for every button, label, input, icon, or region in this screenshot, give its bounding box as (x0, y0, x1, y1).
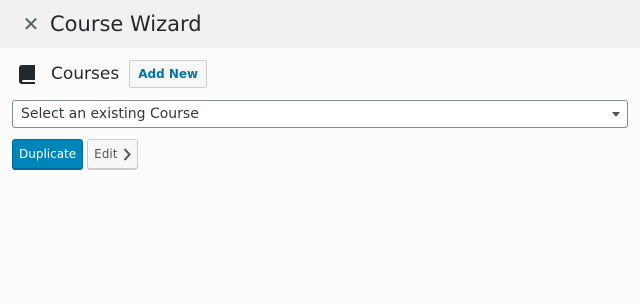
close-icon[interactable]: ✕ (20, 13, 42, 35)
book-icon (18, 64, 36, 84)
courses-section-header: Courses Add New (18, 60, 208, 88)
add-new-button[interactable]: Add New (129, 60, 208, 88)
section-title: Courses (51, 64, 120, 84)
wizard-header: ✕ Course Wizard (0, 0, 640, 48)
edit-button-label: Edit (94, 147, 118, 161)
chevron-right-icon (123, 147, 132, 161)
edit-button[interactable]: Edit (87, 139, 139, 169)
chevron-down-icon (612, 111, 620, 117)
course-select-value: Select an existing Course (21, 106, 199, 122)
action-buttons: Duplicate Edit (12, 139, 139, 169)
page-title: Course Wizard (50, 12, 202, 36)
duplicate-button[interactable]: Duplicate (12, 139, 84, 169)
course-select[interactable]: Select an existing Course (12, 100, 628, 128)
